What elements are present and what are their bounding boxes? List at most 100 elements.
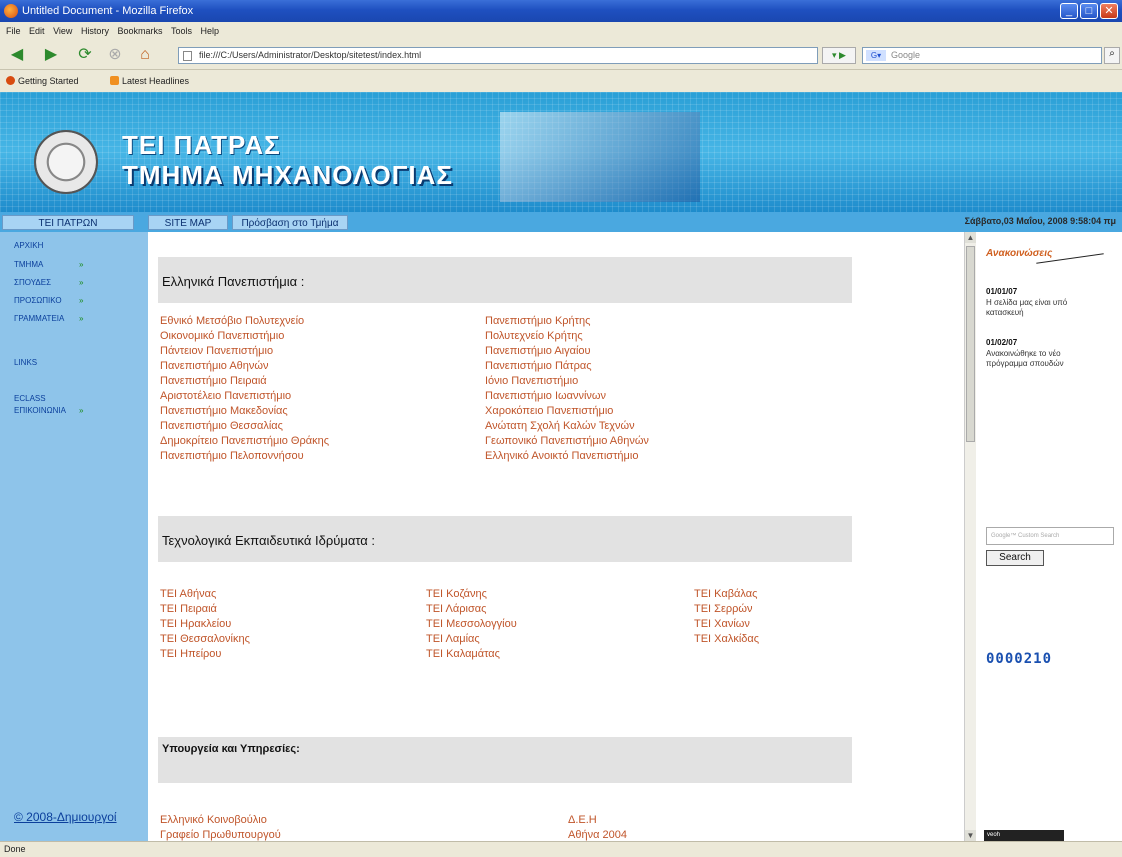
status-bar: Done xyxy=(0,841,1122,857)
link-university[interactable]: Εθνικό Μετσόβιο Πολυτεχνείο xyxy=(160,315,304,327)
link-university[interactable]: Δημοκρίτειο Πανεπιστήμιο Θράκης xyxy=(160,435,329,447)
sidebar-item-eclass[interactable]: ECLASS xyxy=(14,394,46,403)
link-university[interactable]: Πανεπιστήμιο Κρήτης xyxy=(485,315,590,327)
link-tei[interactable]: ΤΕΙ Καλαμάτας xyxy=(426,648,500,660)
reload-icon[interactable]: ⟳ xyxy=(74,45,96,65)
link-ministry[interactable]: Δ.Ε.Η xyxy=(568,814,597,826)
scroll-up-icon[interactable]: ▲ xyxy=(965,232,976,243)
link-university[interactable]: Πανεπιστήμιο Αθηνών xyxy=(160,360,269,372)
veoh-widget[interactable]: veoh xyxy=(984,830,1064,841)
link-university[interactable]: Πάντειον Πανεπιστήμιο xyxy=(160,345,273,357)
link-tei[interactable]: ΤΕΙ Ηρακλείου xyxy=(160,618,231,630)
link-tei[interactable]: ΤΕΙ Κοζάνης xyxy=(426,588,487,600)
menu-tools[interactable]: Tools xyxy=(171,26,192,36)
address-bar[interactable]: file:///C:/Users/Administrator/Desktop/s… xyxy=(178,47,818,64)
link-university[interactable]: Ελληνικό Ανοικτό Πανεπιστήμιο xyxy=(485,450,638,462)
menu-bookmarks[interactable]: Bookmarks xyxy=(117,26,162,36)
page-icon xyxy=(183,51,192,61)
google-search-button[interactable]: Search xyxy=(986,550,1044,566)
topnav-tei-patron[interactable]: ΤΕΙ ΠΑΤΡΩΝ xyxy=(2,215,134,230)
link-tei[interactable]: ΤΕΙ Χανίων xyxy=(694,618,750,630)
link-tei[interactable]: ΤΕΙ Μεσσολογγίου xyxy=(426,618,517,630)
header-banner: ΤΕΙ ΠΑΤΡΑΣ ΤΜΗΜΑ ΜΗΧΑΝΟΛΟΓΙΑΣ xyxy=(0,92,1122,212)
news-text: Ανακοινώθηκε το νέο πρόγραμμα σπουδών xyxy=(986,349,1064,368)
link-university[interactable]: Χαροκόπειο Πανεπιστήμιο xyxy=(485,405,613,417)
topnav-sitemap[interactable]: SITE MAP xyxy=(148,215,228,230)
scrollbar-thumb[interactable] xyxy=(966,246,975,442)
link-university[interactable]: Γεωπονικό Πανεπιστήμιο Αθηνών xyxy=(485,435,649,447)
link-tei[interactable]: ΤΕΙ Λάρισας xyxy=(426,603,486,615)
bookmarks-toolbar: Getting Started Latest Headlines xyxy=(0,71,1122,91)
section-ministries-header: Υπουργεία και Υπηρεσίες: xyxy=(158,737,852,783)
home-icon[interactable]: ⌂ xyxy=(134,45,156,65)
expand-icon: » xyxy=(79,296,84,305)
section-universities-header: Ελληνικά Πανεπιστήμια : xyxy=(158,257,852,303)
sidebar-item-department[interactable]: ΤΜΗΜΑ» xyxy=(14,260,83,269)
sidebar-item-secretariat[interactable]: ΓΡΑΜΜΑΤΕΙΑ» xyxy=(14,314,83,323)
visit-counter: 0000210 xyxy=(986,651,1053,667)
link-university[interactable]: Πανεπιστήμιο Μακεδονίας xyxy=(160,405,288,417)
link-university[interactable]: Πανεπιστήμιο Ιωαννίνων xyxy=(485,390,606,402)
bookmark-getting-started[interactable]: Getting Started xyxy=(6,76,79,86)
forward-icon[interactable]: ▶ xyxy=(40,45,62,65)
link-tei[interactable]: ΤΕΙ Λαμίας xyxy=(426,633,480,645)
search-placeholder: Google xyxy=(891,50,921,60)
bookmark-latest-headlines[interactable]: Latest Headlines xyxy=(110,76,189,86)
link-ministry[interactable]: Ελληνικό Κοινοβούλιο xyxy=(160,814,267,826)
link-university[interactable]: Ιόνιο Πανεπιστήμιο xyxy=(485,375,578,387)
link-tei[interactable]: ΤΕΙ Αθήνας xyxy=(160,588,216,600)
news-text: Η σελίδα μας είναι υπό κατασκευή xyxy=(986,298,1068,317)
search-go-icon[interactable]: ⌕ xyxy=(1104,47,1120,64)
google-icon: G▾ xyxy=(866,50,886,61)
vertical-scrollbar[interactable]: ▲ ▼ xyxy=(964,232,976,841)
link-university[interactable]: Πανεπιστήμιο Πειραιά xyxy=(160,375,267,387)
close-button[interactable]: ✕ xyxy=(1100,3,1118,19)
go-button[interactable]: ▾ ▶ xyxy=(822,47,856,64)
scroll-down-icon[interactable]: ▼ xyxy=(965,830,976,841)
search-input[interactable]: G▾ Google xyxy=(862,47,1102,64)
link-tei[interactable]: ΤΕΙ Σερρών xyxy=(694,603,752,615)
sidebar-item-links[interactable]: LINKS xyxy=(14,358,37,367)
link-university[interactable]: Πανεπιστήμιο Πελοποννήσου xyxy=(160,450,304,462)
stop-icon[interactable]: ⊗ xyxy=(104,45,126,65)
google-custom-search-input[interactable]: Google™ Custom Search xyxy=(986,527,1114,545)
web-page: ΤΕΙ ΠΑΤΡΑΣ ΤΜΗΜΑ ΜΗΧΑΝΟΛΟΓΙΑΣ ΤΕΙ ΠΑΤΡΩΝ… xyxy=(0,92,1122,841)
minimize-button[interactable]: _ xyxy=(1060,3,1078,19)
news-title: Ανακοινώσεις xyxy=(986,248,1053,259)
menu-history[interactable]: History xyxy=(81,26,109,36)
sidebar-item-studies[interactable]: ΣΠΟΥΔΕΣ» xyxy=(14,278,83,287)
link-university[interactable]: Αριστοτέλειο Πανεπιστήμιο xyxy=(160,390,291,402)
datetime-display: Σάββατο,03 Μαΐου, 2008 9:58:04 πμ xyxy=(964,216,1116,226)
link-university[interactable]: Πολυτεχνείο Κρήτης xyxy=(485,330,583,342)
link-tei[interactable]: ΤΕΙ Καβάλας xyxy=(694,588,757,600)
topnav-access[interactable]: Πρόσβαση στο Τμήμα xyxy=(232,215,348,230)
banner-title: ΤΕΙ ΠΑΤΡΑΣ xyxy=(122,130,281,160)
news-date: 01/01/07 xyxy=(986,287,1018,296)
link-university[interactable]: Οικονομικό Πανεπιστήμιο xyxy=(160,330,284,342)
sidebar-item-staff[interactable]: ΠΡΟΣΩΠΙΚΟ» xyxy=(14,296,83,305)
link-ministry[interactable]: Γραφείο Πρωθυπουργού xyxy=(160,829,281,841)
link-tei[interactable]: ΤΕΙ Ηπείρου xyxy=(160,648,221,660)
link-ministry[interactable]: Αθήνα 2004 xyxy=(568,829,627,841)
menu-help[interactable]: Help xyxy=(201,26,220,36)
link-tei[interactable]: ΤΕΙ Πειραιά xyxy=(160,603,217,615)
navigation-toolbar: ◀ ▶ ⟳ ⊗ ⌂ file:///C:/Users/Administrator… xyxy=(0,40,1122,70)
back-icon[interactable]: ◀ xyxy=(6,45,28,65)
right-column: Ανακοινώσεις 01/01/07 Η σελίδα μας είναι… xyxy=(976,232,1122,841)
link-university[interactable]: Πανεπιστήμιο Αιγαίου xyxy=(485,345,591,357)
link-tei[interactable]: ΤΕΙ Χαλκίδας xyxy=(694,633,759,645)
maximize-button[interactable]: □ xyxy=(1080,3,1098,19)
sidebar-item-home[interactable]: ΑΡΧΙΚΗ xyxy=(14,241,43,250)
menu-view[interactable]: View xyxy=(53,26,72,36)
link-university[interactable]: Πανεπιστήμιο Πάτρας xyxy=(485,360,592,372)
link-university[interactable]: Πανεπιστήμιο Θεσσαλίας xyxy=(160,420,283,432)
copyright-link[interactable]: © 2008-Δημιουργοί xyxy=(14,810,117,824)
sidebar: ΑΡΧΙΚΗ ΤΜΗΜΑ» ΣΠΟΥΔΕΣ» ΠΡΟΣΩΠΙΚΟ» ΓΡΑΜΜΑ… xyxy=(0,232,148,841)
firefox-bookmark-icon xyxy=(6,76,15,85)
menu-file[interactable]: File xyxy=(6,26,21,36)
sidebar-item-contact[interactable]: ΕΠΙΚΟΙΝΩΝΙΑ» xyxy=(14,406,83,415)
menu-edit[interactable]: Edit xyxy=(29,26,45,36)
link-university[interactable]: Ανώτατη Σχολή Καλών Τεχνών xyxy=(485,420,635,432)
link-tei[interactable]: ΤΕΙ Θεσσαλονίκης xyxy=(160,633,250,645)
top-navigation: ΤΕΙ ΠΑΤΡΩΝ SITE MAP Πρόσβαση στο Τμήμα Σ… xyxy=(0,212,1122,232)
